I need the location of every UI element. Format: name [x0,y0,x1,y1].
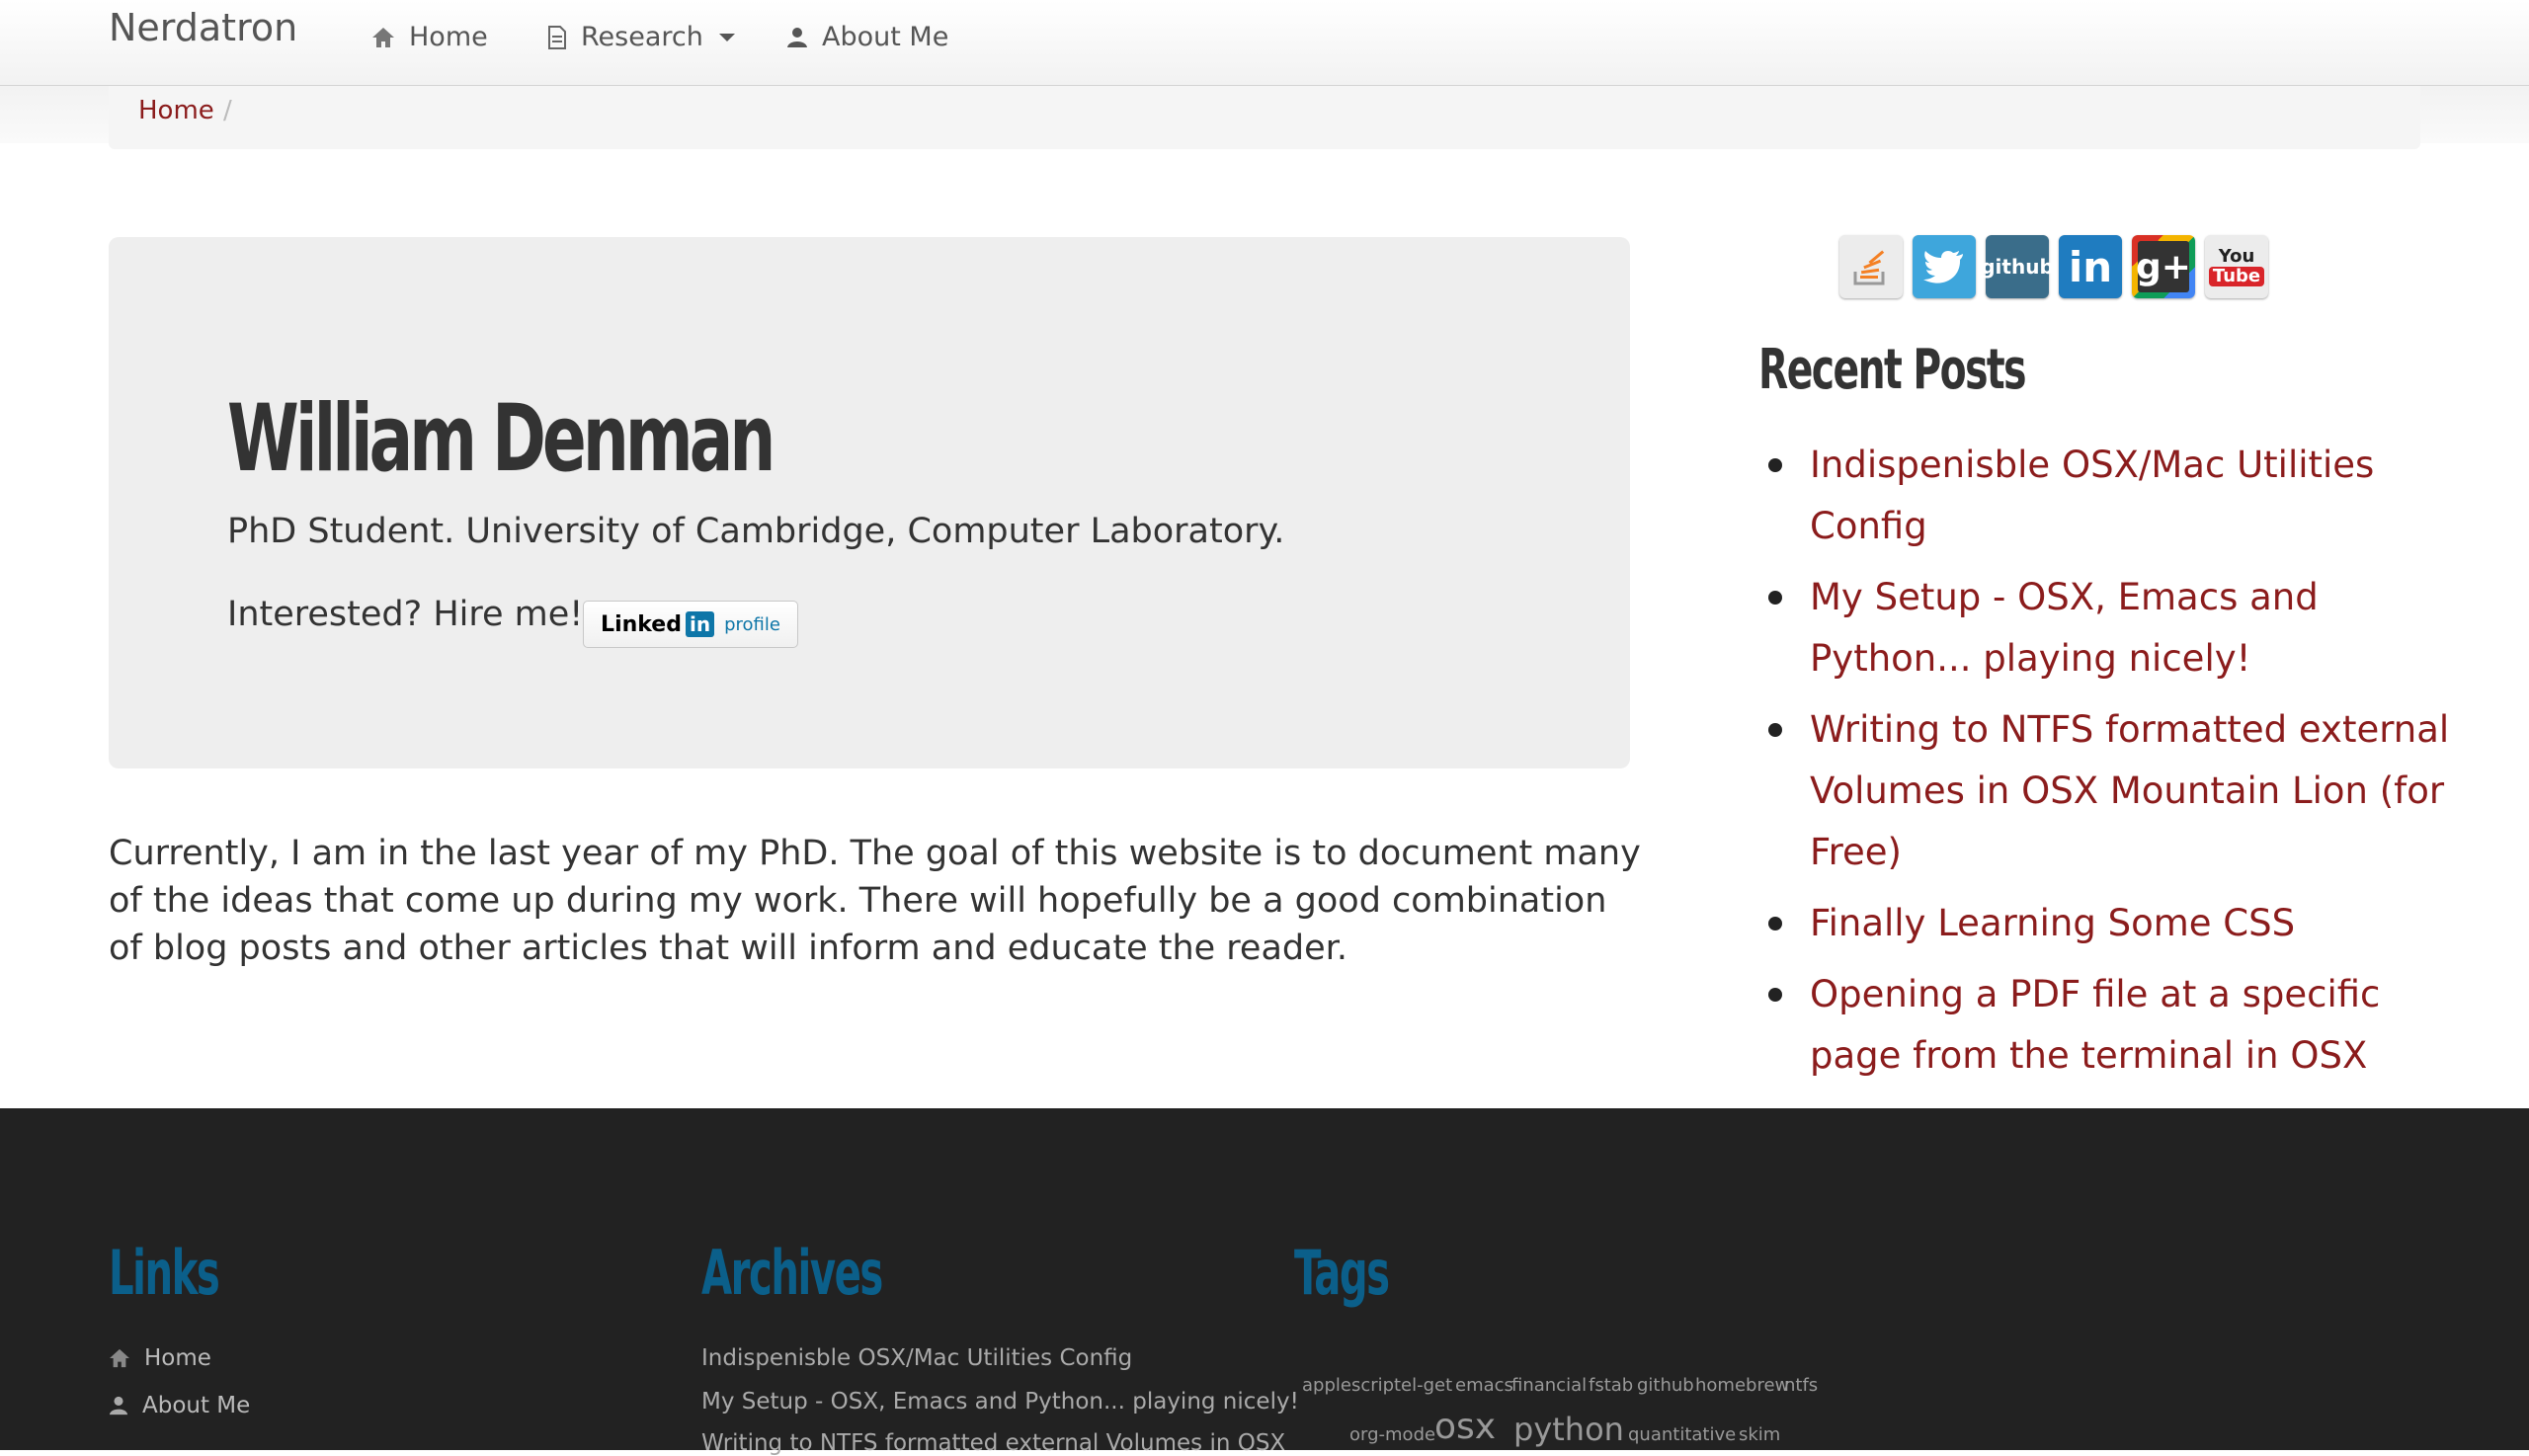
nav-home-label: Home [409,22,488,52]
nav-research-label: Research [581,22,703,52]
home-icon [372,27,394,47]
hero-unit: William Denman PhD Student. University o… [109,237,1630,768]
tag-link[interactable]: fstab [1589,1375,1633,1396]
tag-link[interactable]: quantitative [1628,1424,1736,1445]
footer-links-heading: Links [109,1237,220,1309]
linkedin-profile-button[interactable]: Linked in profile [583,601,798,648]
archive-link[interactable]: My Setup - OSX, Emacs and Python... play… [701,1389,1299,1415]
footer: Links Home About Me Archives Indispenisb… [0,1108,2529,1456]
linkedin-badge-profile: profile [724,613,780,635]
twitter-bird-glyph [1923,250,1963,283]
tag-link[interactable]: python [1513,1411,1624,1448]
document-icon [548,25,566,49]
nav-research-dropdown[interactable]: Research [547,22,735,52]
hero-subtitle: PhD Student. University of Cambridge, Co… [227,512,1285,551]
linkedin-badge-linked: Linked [601,611,682,637]
recent-post-link[interactable]: Indispenisble OSX/Mac Utilities Config [1758,435,2450,557]
youtube-you: You [2218,246,2255,267]
tag-link[interactable]: applescript [1302,1375,1401,1396]
footer-link-home-label: Home [144,1345,211,1371]
tag-link[interactable]: ntfs [1784,1375,1818,1396]
breadcrumb-separator: / [223,96,232,125]
social-icons: github in g+ You Tube [1839,235,2268,298]
nav-about-label: About Me [822,22,949,52]
github-icon[interactable]: github [1981,235,2054,298]
breadcrumb-home-link[interactable]: Home [138,96,214,125]
recent-post-link[interactable]: Writing to NTFS formatted external Volum… [1758,699,2450,883]
nav-about-me[interactable]: About Me [786,22,948,52]
stackoverflow-icon[interactable] [1839,235,1903,298]
googleplus-glyph: g+ [2136,241,2191,292]
archive-link[interactable]: Writing to NTFS formatted external Volum… [701,1430,1285,1456]
tag-link[interactable]: skim [1739,1424,1780,1445]
recent-post-link[interactable]: Finally Learning Some CSS [1758,893,2450,954]
user-icon [109,1396,128,1416]
home-icon [110,1348,129,1368]
tag-link[interactable]: github [1637,1375,1694,1396]
breadcrumb: Home / [109,86,2420,149]
archive-link[interactable]: Indispenisble OSX/Mac Utilities Config [701,1345,1132,1371]
linkedin-badge-in: in [685,611,715,637]
tag-link[interactable]: financial [1511,1375,1587,1396]
googleplus-icon[interactable]: g+ [2132,235,2195,298]
recent-posts-list: Indispenisble OSX/Mac Utilities Config M… [1758,435,2450,1096]
recent-posts-heading: Recent Posts [1758,338,2027,402]
top-navbar: Nerdatron Home Research About Me [0,0,2529,86]
hire-me-text: Interested? Hire me! [227,595,584,634]
footer-link-about-label: About Me [142,1393,251,1418]
tag-link[interactable]: org-mode [1349,1424,1435,1445]
footer-link-about[interactable]: About Me [109,1393,250,1418]
nav-home[interactable]: Home [371,22,488,52]
youtube-icon[interactable]: You Tube [2205,235,2268,298]
footer-tags-heading: Tags [1294,1237,1390,1309]
user-icon [787,27,807,47]
youtube-tube: Tube [2208,267,2265,286]
footer-link-home[interactable]: Home [109,1345,211,1371]
stackoverflow-icon-glyph [1853,250,1885,285]
chevron-down-icon [718,33,735,41]
tag-link[interactable]: homebrew [1695,1375,1789,1396]
tag-link[interactable]: osx [1434,1407,1496,1447]
tag-link[interactable]: emacs [1455,1375,1513,1396]
linkedin-icon[interactable]: in [2059,235,2122,298]
tag-link[interactable]: el-get [1401,1375,1452,1396]
footer-archives-heading: Archives [701,1237,883,1309]
recent-post-link[interactable]: Opening a PDF file at a specific page fr… [1758,964,2450,1087]
intro-paragraph: Currently, I am in the last year of my P… [109,834,1641,968]
brand-logo[interactable]: Nerdatron [109,6,297,49]
twitter-icon[interactable] [1913,235,1976,298]
recent-post-link[interactable]: My Setup - OSX, Emacs and Python... play… [1758,567,2450,689]
page-title: William Denman [227,385,775,493]
